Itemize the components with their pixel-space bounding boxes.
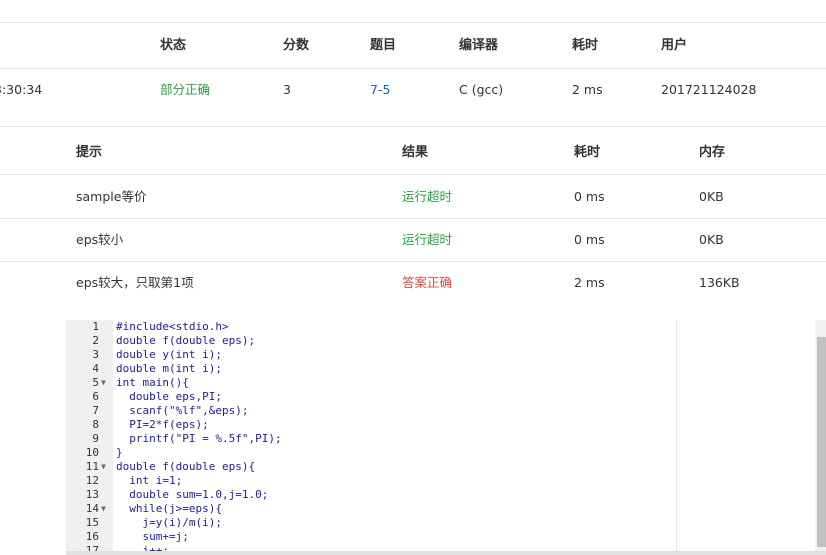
- horizontal-scrollbar[interactable]: [66, 551, 826, 555]
- code-content[interactable]: 1 #include<stdio.h> 2 double f(double eps);…: [66, 320, 676, 555]
- testcase-memory: 0KB: [699, 189, 724, 204]
- code-text: double sum=1.0,j=1.0;: [116, 488, 269, 501]
- code-line: 16 sum+=j;: [66, 530, 676, 544]
- testcase-hint: sample等价: [76, 189, 147, 204]
- line-number: 6: [92, 390, 99, 403]
- line-number: 15: [85, 516, 99, 529]
- testcase-result: 运行超时: [402, 189, 453, 204]
- line-number: 10: [85, 446, 99, 459]
- code-text: double f(double eps);: [116, 334, 256, 347]
- user-value: 201721124028: [661, 82, 757, 97]
- col-header-problem: 题目: [370, 38, 397, 53]
- header-divider: [0, 68, 826, 69]
- code-line: 2 double f(double eps);: [66, 334, 676, 348]
- code-text: #include<stdio.h>: [116, 320, 229, 333]
- row-divider: [0, 218, 826, 219]
- col-header-time: 耗时: [572, 38, 599, 53]
- code-line: 3 double y(int i);: [66, 348, 676, 362]
- fold-toggle-icon[interactable]: ▼: [101, 460, 111, 474]
- line-number: 4: [92, 362, 99, 375]
- problem-link[interactable]: 7-5: [370, 82, 390, 98]
- testcase-hint: eps较大，只取第1项: [76, 275, 194, 290]
- testcase-header-divider: [0, 174, 826, 175]
- summary-bottom-border: [0, 126, 826, 127]
- compiler-value: C (gcc): [459, 82, 504, 97]
- submit-time: 3:30:34: [0, 82, 43, 97]
- code-line: 9 printf("PI = %.5f",PI);: [66, 432, 676, 446]
- code-text: double eps,PI;: [116, 390, 222, 403]
- line-number: 11: [85, 460, 99, 473]
- line-number: 12: [85, 474, 99, 487]
- code-line: 10}: [66, 446, 676, 460]
- code-text: sum+=j;: [116, 530, 189, 543]
- col-header-memory: 内存: [699, 145, 726, 160]
- code-line: 14 ▼ while(j>=eps){: [66, 502, 676, 516]
- row-divider: [0, 261, 826, 262]
- col-header-user: 用户: [661, 38, 688, 53]
- testcase-time: 2 ms: [574, 275, 605, 290]
- line-number: 5: [92, 376, 99, 389]
- col-header-status: 状态: [160, 38, 187, 53]
- fold-toggle-icon[interactable]: ▼: [101, 502, 111, 516]
- code-text: while(j>=eps){: [116, 502, 222, 515]
- code-editor[interactable]: 1 #include<stdio.h> 2 double f(double eps);…: [66, 320, 826, 555]
- code-text: scanf("%lf",&eps);: [116, 404, 249, 417]
- code-line: 15 j=y(i)/m(i);: [66, 516, 676, 530]
- line-number: 7: [92, 404, 99, 417]
- col-header-result: 结果: [402, 145, 429, 160]
- line-number: 13: [85, 488, 99, 501]
- code-line: 1 #include<stdio.h>: [66, 320, 676, 334]
- code-line: 8 PI=2*f(eps);: [66, 418, 676, 432]
- col-header-score: 分数: [283, 38, 310, 53]
- print-margin: [676, 320, 677, 555]
- line-number: 3: [92, 348, 99, 361]
- col-header-compiler: 编译器: [459, 38, 499, 53]
- line-number: 16: [85, 530, 99, 543]
- code-text: }: [116, 446, 123, 459]
- code-line: 4 double m(int i);: [66, 362, 676, 376]
- fold-toggle-icon[interactable]: ▼: [101, 376, 111, 390]
- code-line: 5 ▼ int main(){: [66, 376, 676, 390]
- score-value: 3: [283, 82, 291, 97]
- line-number: 14: [85, 502, 99, 515]
- code-text: j=y(i)/m(i);: [116, 516, 222, 529]
- code-text: double f(double eps){: [116, 460, 256, 473]
- status-badge: 部分正确: [160, 82, 211, 97]
- code-text: PI=2*f(eps);: [116, 418, 209, 431]
- line-number: 9: [92, 432, 99, 445]
- line-number: 8: [92, 418, 99, 431]
- testcase-memory: 136KB: [699, 275, 740, 290]
- testcase-memory: 0KB: [699, 232, 724, 247]
- code-line: 13 double sum=1.0,j=1.0;: [66, 488, 676, 502]
- testcase-hint: eps较小: [76, 232, 124, 247]
- line-number: 1: [92, 320, 99, 333]
- code-line: 7 scanf("%lf",&eps);: [66, 404, 676, 418]
- code-text: double y(int i);: [116, 348, 222, 361]
- col-header-case-time: 耗时: [574, 145, 601, 160]
- code-text: int i=1;: [116, 474, 183, 487]
- testcase-result: 运行超时: [402, 232, 453, 247]
- code-line: 12 int i=1;: [66, 474, 676, 488]
- col-header-hint: 提示: [76, 145, 103, 160]
- testcase-result: 答案正确: [402, 275, 453, 290]
- testcase-time: 0 ms: [574, 189, 605, 204]
- line-number: 2: [92, 334, 99, 347]
- scrollbar-thumb[interactable]: [817, 337, 826, 547]
- top-border: [0, 22, 826, 23]
- testcase-time: 0 ms: [574, 232, 605, 247]
- code-text: double m(int i);: [116, 362, 222, 375]
- code-text: printf("PI = %.5f",PI);: [116, 432, 282, 445]
- code-line: 6 double eps,PI;: [66, 390, 676, 404]
- time-value: 2 ms: [572, 82, 603, 97]
- code-text: int main(){: [116, 376, 189, 389]
- code-line: 11 ▼ double f(double eps){: [66, 460, 676, 474]
